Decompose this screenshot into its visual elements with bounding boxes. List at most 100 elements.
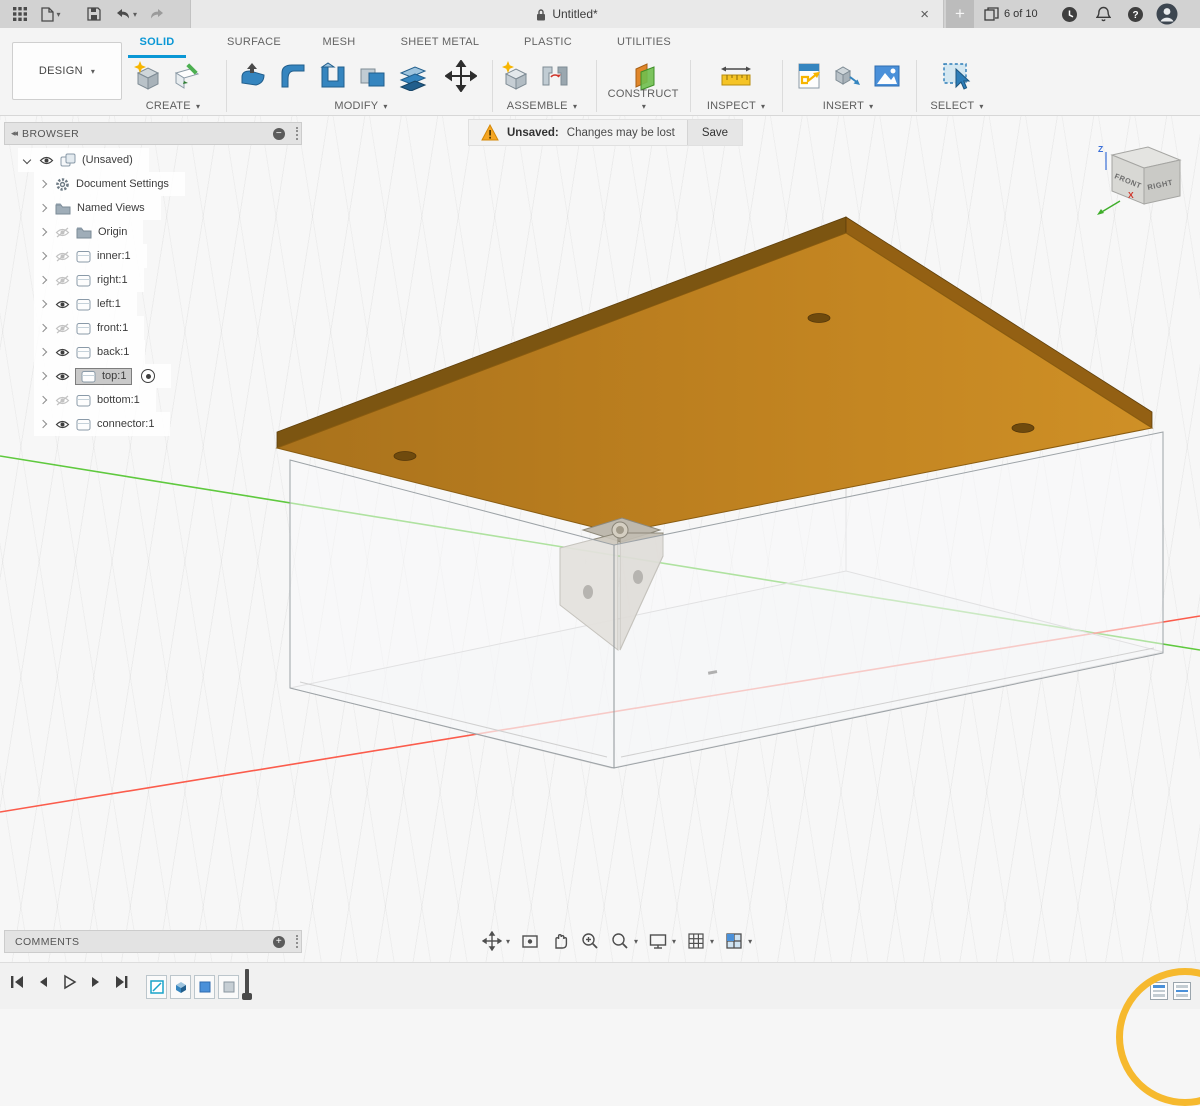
browser-item-label[interactable]: left:1 xyxy=(97,298,121,310)
activate-component-radio[interactable] xyxy=(141,369,155,383)
expand-chevron-icon[interactable] xyxy=(39,204,47,212)
browser-item-connector-1[interactable]: connector:1 xyxy=(34,412,170,436)
visibility-eye-off-icon[interactable] xyxy=(55,275,70,286)
tab-mesh[interactable]: MESH xyxy=(312,28,366,55)
close-tab-icon[interactable]: × xyxy=(920,0,929,28)
timeline-marker[interactable] xyxy=(245,969,249,999)
expand-chevron-icon[interactable] xyxy=(39,420,47,428)
expand-chevron-icon[interactable] xyxy=(39,300,47,308)
redo-icon[interactable] xyxy=(146,0,168,28)
skip-to-end-icon[interactable] xyxy=(112,973,130,991)
visibility-eye-off-icon[interactable] xyxy=(55,395,70,406)
display-settings-icon[interactable]: ▾ xyxy=(648,931,676,951)
save-button[interactable]: Save xyxy=(687,120,742,145)
visibility-eye-off-icon[interactable] xyxy=(55,323,70,334)
browser-item-origin[interactable]: Origin xyxy=(34,220,143,244)
measure-icon[interactable] xyxy=(719,58,753,94)
browser-header[interactable]: ◂◂ BROWSER − xyxy=(4,122,302,145)
tab-surface[interactable]: SURFACE xyxy=(216,28,292,55)
help-icon[interactable]: ? xyxy=(1124,0,1146,28)
user-avatar[interactable] xyxy=(1152,0,1182,28)
undo-icon[interactable]: ▾ xyxy=(112,0,140,28)
tab-plastic[interactable]: PLASTIC xyxy=(512,28,584,55)
browser-item-bottom-1[interactable]: bottom:1 xyxy=(34,388,156,412)
document-tab[interactable]: Untitled* × xyxy=(190,0,944,28)
browser-item-left-1[interactable]: left:1 xyxy=(34,292,137,316)
play-icon[interactable] xyxy=(60,973,78,991)
browser-item-label[interactable]: Origin xyxy=(98,226,127,238)
expand-chevron-icon[interactable] xyxy=(39,276,47,284)
browser-item-label[interactable]: bottom:1 xyxy=(97,394,140,406)
browser-item-unsaved[interactable]: (Unsaved) xyxy=(18,148,149,172)
viewports-icon[interactable]: ▾ xyxy=(724,931,752,951)
panel-grip[interactable] xyxy=(296,127,298,140)
file-menu-icon[interactable]: ▾ xyxy=(38,0,64,28)
browser-item-front-1[interactable]: front:1 xyxy=(34,316,144,340)
expand-chevron-icon[interactable] xyxy=(39,348,47,356)
joint-icon[interactable] xyxy=(538,58,572,94)
mini-palette-icon[interactable] xyxy=(1173,982,1191,1000)
visibility-eye-icon[interactable] xyxy=(39,155,54,166)
skip-to-start-icon[interactable] xyxy=(8,973,26,991)
browser-item-top-1[interactable]: top:1 xyxy=(34,364,171,388)
save-icon[interactable] xyxy=(82,0,106,28)
combine-icon[interactable] xyxy=(356,58,390,94)
expand-chevron-icon[interactable] xyxy=(39,372,47,380)
hand-orbit-icon[interactable] xyxy=(550,931,570,951)
offset-face-icon[interactable] xyxy=(396,58,430,94)
browser-item-label[interactable]: connector:1 xyxy=(97,418,154,430)
browser-item-named-views[interactable]: Named Views xyxy=(34,196,161,220)
step-back-icon[interactable] xyxy=(35,973,51,991)
insert-canvas-icon[interactable] xyxy=(871,58,904,94)
step-forward-icon[interactable] xyxy=(87,973,103,991)
pan-icon[interactable]: ▾ xyxy=(482,931,510,951)
new-component-icon[interactable] xyxy=(498,58,532,94)
browser-item-label[interactable]: back:1 xyxy=(97,346,129,358)
browser-item-label[interactable]: front:1 xyxy=(97,322,128,334)
inspect-dropdown[interactable]: INSPECT ▾ xyxy=(700,100,772,112)
visibility-eye-icon[interactable] xyxy=(55,299,70,310)
zoom-fit-icon[interactable]: ▾ xyxy=(610,931,638,951)
insert-dropdown[interactable]: INSERT ▾ xyxy=(792,100,904,112)
look-at-icon[interactable] xyxy=(520,931,540,951)
select-dropdown[interactable]: SELECT ▾ xyxy=(926,100,988,112)
workspace-selector[interactable]: DESIGN ▾ xyxy=(12,42,122,100)
construct-dropdown[interactable]: CONSTRUCT ▾ xyxy=(604,88,682,112)
browser-item-label[interactable]: right:1 xyxy=(97,274,128,286)
collapse-chevrons-icon[interactable]: ◂◂ xyxy=(11,128,16,139)
expand-chevron-icon[interactable] xyxy=(39,252,47,260)
expand-chevron-icon[interactable] xyxy=(39,324,47,332)
browser-item-inner-1[interactable]: inner:1 xyxy=(34,244,147,268)
assemble-dropdown[interactable]: ASSEMBLE ▾ xyxy=(498,100,586,112)
browser-item-document-settings[interactable]: Document Settings xyxy=(34,172,185,196)
new-tab-button[interactable]: + xyxy=(946,0,974,28)
browser-item-label[interactable]: (Unsaved) xyxy=(82,154,133,166)
browser-item-right-1[interactable]: right:1 xyxy=(34,268,144,292)
visibility-eye-off-icon[interactable] xyxy=(55,251,70,262)
zoom-window-icon[interactable] xyxy=(580,931,600,951)
insert-svg-icon[interactable] xyxy=(792,58,825,94)
fillet-icon[interactable] xyxy=(276,58,310,94)
job-status-clock-icon[interactable] xyxy=(1058,0,1080,28)
press-pull-icon[interactable] xyxy=(236,58,270,94)
browser-item-back-1[interactable]: back:1 xyxy=(34,340,145,364)
panel-grip[interactable] xyxy=(296,935,298,948)
visibility-eye-icon[interactable] xyxy=(55,419,70,430)
browser-item-label[interactable]: top:1 xyxy=(102,370,126,382)
timeline-sketch-feature[interactable] xyxy=(146,975,167,999)
tab-solid[interactable]: SOLID xyxy=(128,28,186,58)
timeline-extrude-feature[interactable] xyxy=(170,975,191,999)
create-dropdown[interactable]: CREATE ▾ xyxy=(130,100,216,112)
comments-header[interactable]: COMMENTS + xyxy=(4,930,302,953)
viewcube[interactable]: FRONT RIGHT Z X xyxy=(1085,135,1195,230)
timeline-joint-feature[interactable] xyxy=(218,975,239,999)
expand-chevron-icon[interactable] xyxy=(39,228,47,236)
expand-chevron-icon[interactable] xyxy=(39,180,47,188)
browser-item-label[interactable]: inner:1 xyxy=(97,250,131,262)
modify-dropdown[interactable]: MODIFY ▾ xyxy=(236,100,486,112)
visibility-eye-icon[interactable] xyxy=(55,347,70,358)
insert-derive-icon[interactable] xyxy=(831,58,864,94)
move-copy-icon[interactable] xyxy=(444,58,478,94)
visibility-eye-off-icon[interactable] xyxy=(55,227,70,238)
minimize-panel-icon[interactable]: − xyxy=(273,128,285,140)
